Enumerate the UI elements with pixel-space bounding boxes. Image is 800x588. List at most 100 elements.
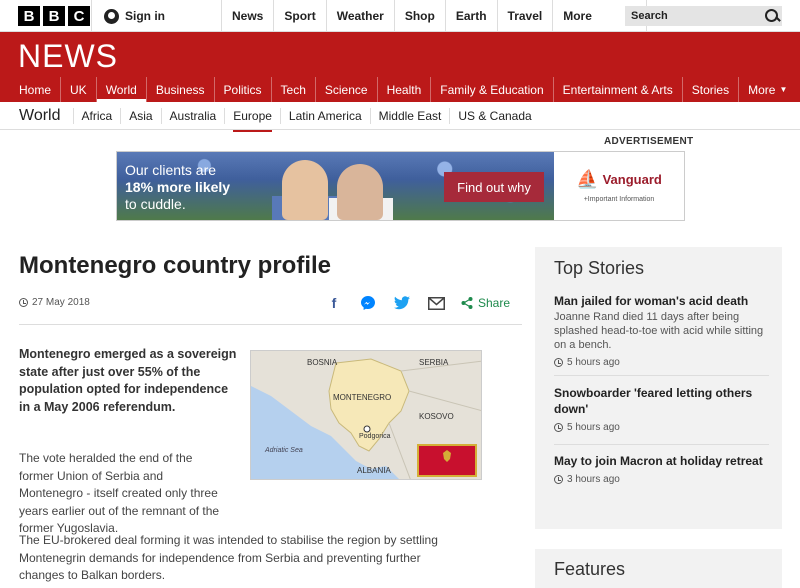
clock-icon [554,423,563,432]
top-story-headline[interactable]: Man jailed for woman's acid death [554,293,769,309]
share-label: Share [478,296,511,310]
map-label-montenegro: MONTENEGRO [333,393,391,402]
world-subnav: World Africa Asia Australia Europe Latin… [0,102,800,132]
news-nav-health[interactable]: Health [378,77,432,102]
features-panel: Features [535,549,782,588]
news-nav: Home UK World Business Politics Tech Sci… [0,77,796,102]
top-story-time: 5 hours ago [554,357,769,368]
story-separator [554,444,769,445]
subnav-africa[interactable]: Africa [72,107,121,124]
subnav-asia[interactable]: Asia [120,107,160,124]
advertisement-banner[interactable]: Our clients are 18% more likely to cuddl… [116,151,685,221]
subnav-latin-america[interactable]: Latin America [279,107,370,124]
ship-icon: ⛵ [576,169,599,189]
top-story-1[interactable]: Man jailed for woman's acid death Joanne… [554,293,769,368]
global-header: B B C Sign in News Sport Weather Shop Ea… [0,0,800,32]
global-nav-weather[interactable]: Weather [325,0,394,32]
clock-icon [554,358,563,367]
share-button[interactable]: Share [461,296,510,310]
ad-headline: Our clients are 18% more likely to cuddl… [125,162,255,213]
ad-person-woman-head [337,164,383,220]
ad-photo: Our clients are 18% more likely to cuddl… [117,152,554,220]
top-story-time: 5 hours ago [554,422,769,433]
map-label-albania: ALBANIA [357,466,391,475]
news-nav-family-education[interactable]: Family & Education [431,77,554,102]
map-label-podgorica: Podgorica [359,433,391,440]
facebook-icon[interactable]: f [325,294,343,312]
ad-line-2: 18% more likely [125,179,231,195]
logo-letter-b1: B [18,6,40,26]
news-nav-business[interactable]: Business [147,77,215,102]
map-label-bosnia: BOSNIA [307,358,338,367]
global-nav: News Sport Weather Shop Earth Travel Mor… [221,0,648,32]
logo-letter-b2: B [43,6,65,26]
clock-icon [554,475,563,484]
search-input[interactable]: Search [625,6,782,26]
article-paragraph-1: The vote heralded the end of the former … [19,451,220,535]
top-story-time-text: 5 hours ago [567,357,620,368]
email-icon[interactable] [427,294,445,312]
global-nav-travel[interactable]: Travel [496,0,553,32]
ad-brand[interactable]: ⛵ Vanguard +Important Information [554,152,684,220]
bbc-logo[interactable]: B B C [18,6,90,26]
montenegro-map: BOSNIA SERBIA MONTENEGRO KOSOVO Podgoric… [250,350,482,480]
share-tools: f Share [325,294,510,312]
caret-down-icon: ▼ [779,85,788,94]
news-nav-science[interactable]: Science [316,77,378,102]
subnav-middle-east[interactable]: Middle East [369,107,450,124]
sign-in-button[interactable]: Sign in [91,0,221,32]
top-story-headline[interactable]: Snowboarder 'feared letting others down' [554,385,769,417]
global-nav-shop[interactable]: Shop [393,0,445,32]
top-story-time-text: 5 hours ago [567,422,620,433]
share-icon [461,297,473,309]
news-nav-more-label: More [748,82,776,97]
news-nav-stories[interactable]: Stories [683,77,740,102]
news-nav-politics[interactable]: Politics [215,77,272,102]
top-stories-title: Top Stories [554,258,645,278]
article-date-text: 27 May 2018 [32,297,90,308]
subnav-australia[interactable]: Australia [160,107,225,124]
news-nav-entertainment-arts[interactable]: Entertainment & Arts [554,77,683,102]
top-stories-panel: Top Stories Man jailed for woman's acid … [535,247,782,529]
news-nav-home[interactable]: Home [0,77,62,102]
ad-line-3: to cuddle. [125,196,186,212]
search-placeholder: Search [631,10,668,22]
news-nav-more[interactable]: More ▼ [739,77,796,102]
ad-important-info[interactable]: +Important Information [584,196,655,203]
news-logo[interactable]: NEWS [18,38,118,75]
article-divider [19,324,522,325]
top-story-2[interactable]: Snowboarder 'feared letting others down'… [554,385,769,433]
features-title: Features [554,559,626,579]
global-nav-sport[interactable]: Sport [273,0,325,32]
news-nav-uk[interactable]: UK [61,77,97,102]
clock-icon [19,298,28,307]
story-separator [554,375,769,376]
top-story-summary: Joanne Rand died 11 days after being spl… [554,311,764,351]
news-nav-tech[interactable]: Tech [272,77,316,102]
global-nav-earth[interactable]: Earth [444,0,497,32]
subnav-europe[interactable]: Europe [224,107,280,132]
ad-person-man-head [282,160,328,220]
messenger-icon[interactable] [359,294,377,312]
top-story-time-text: 3 hours ago [567,474,620,485]
advertisement-label: ADVERTISEMENT [604,136,694,147]
top-story-3[interactable]: May to join Macron at holiday retreat 3 … [554,453,769,485]
ad-cta-button[interactable]: Find out why [444,172,544,202]
news-nav-world[interactable]: World [96,77,147,102]
top-story-headline[interactable]: May to join Macron at holiday retreat [554,453,769,469]
article-paragraph-2: The EU-brokered deal forming it was inte… [19,533,438,582]
ad-line-1: Our clients are [125,162,217,178]
search-icon[interactable] [762,6,782,26]
twitter-icon[interactable] [393,294,411,312]
user-icon [104,8,119,24]
section-title[interactable]: World [0,107,73,125]
logo-letter-c: C [68,6,90,26]
sign-in-label: Sign in [125,9,165,23]
map-label-serbia: SERBIA [419,358,449,367]
subnav-us-canada[interactable]: US & Canada [449,107,539,124]
article-title: Montenegro country profile [19,252,331,279]
article-date: 27 May 2018 [19,297,90,308]
map-label-adriatic: Adriatic Sea [264,447,303,454]
global-nav-more-label: More [563,9,592,23]
global-nav-news[interactable]: News [221,0,273,32]
